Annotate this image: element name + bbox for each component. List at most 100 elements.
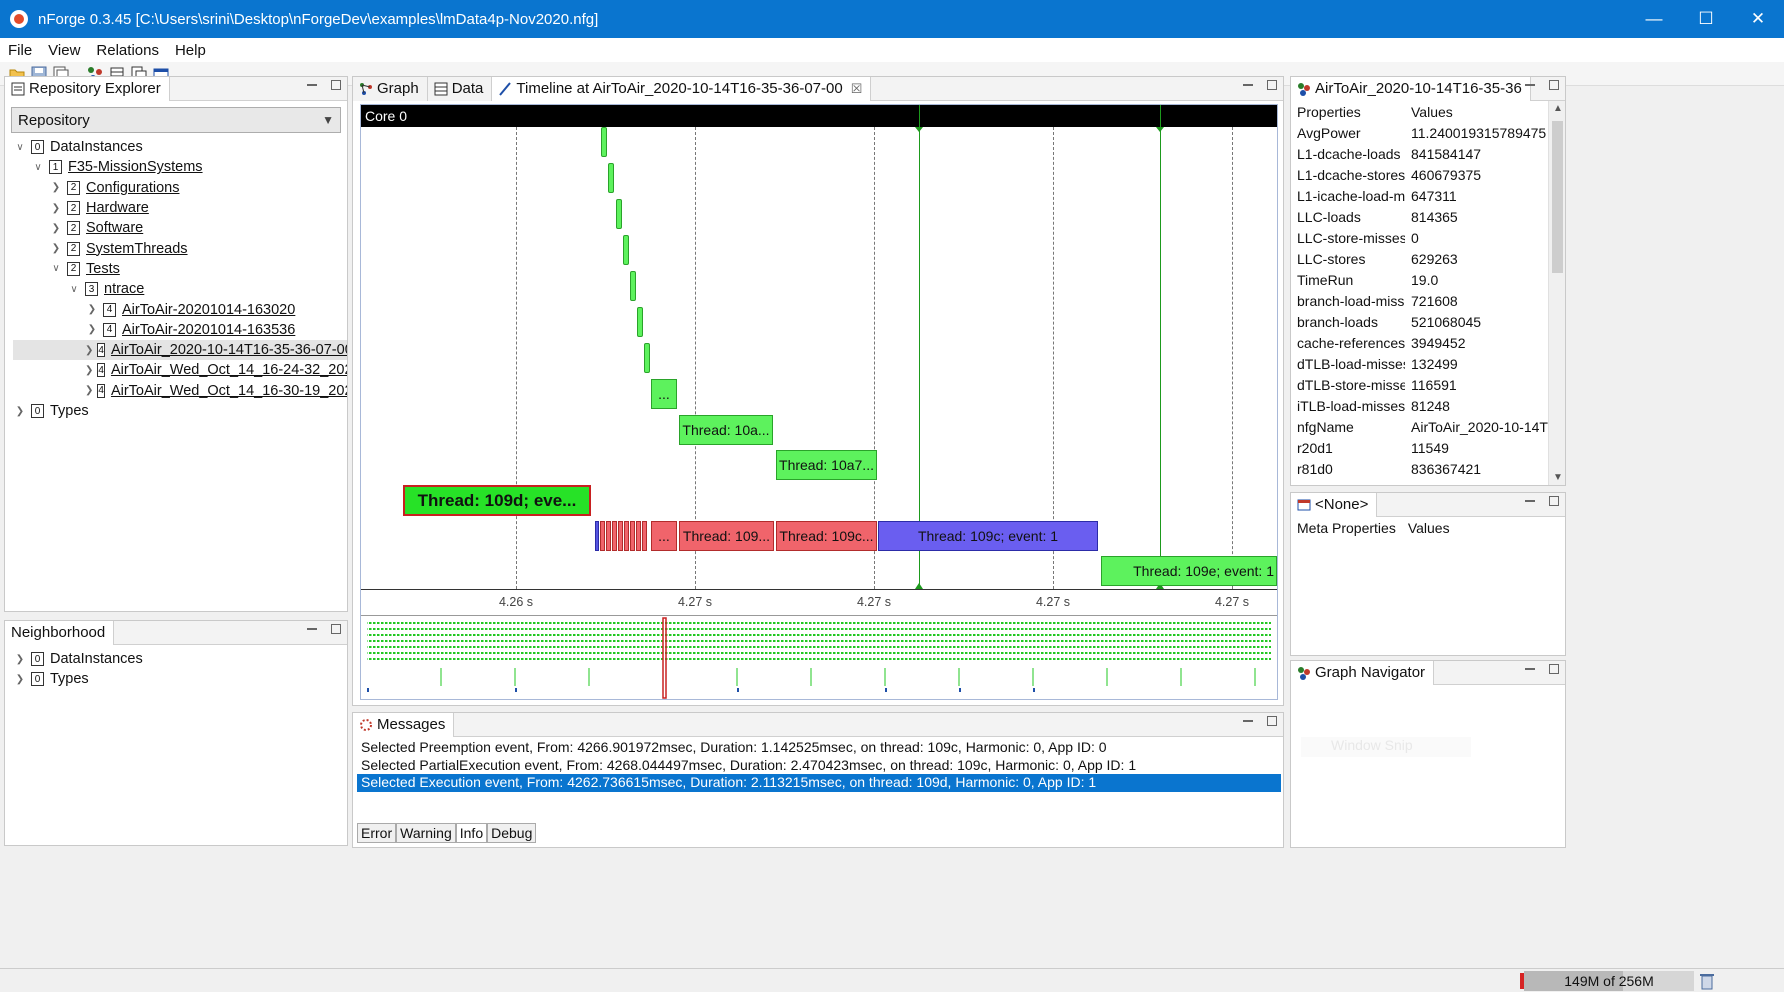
- properties-scrollbar[interactable]: ▲ ▼: [1548, 101, 1565, 485]
- timeline-chart[interactable]: Core 0 ... Thread: 10a... Thread: 10a7..…: [360, 104, 1278, 700]
- table-row[interactable]: branch-loads 521068045: [1291, 311, 1549, 332]
- event-block[interactable]: [601, 127, 607, 157]
- chevron-right-icon[interactable]: ❯: [85, 304, 99, 315]
- time-marker-handle[interactable]: [1156, 127, 1164, 132]
- close-tab-icon[interactable]: ☒: [851, 81, 863, 97]
- tree-item[interactable]: ❯ 2 Configurations: [13, 178, 347, 198]
- event-block[interactable]: [637, 307, 643, 337]
- event-block[interactable]: [608, 163, 614, 193]
- column-header[interactable]: Values: [1402, 517, 1565, 538]
- menu-file[interactable]: File: [0, 42, 40, 59]
- column-header[interactable]: Properties: [1291, 101, 1405, 122]
- tree-item[interactable]: ∨ 0 DataInstances: [13, 137, 347, 157]
- event-block[interactable]: [606, 521, 611, 551]
- table-row[interactable]: AvgPower 11.240019315789475: [1291, 122, 1549, 143]
- chevron-right-icon[interactable]: ❯: [85, 385, 93, 396]
- event-block[interactable]: [630, 271, 636, 301]
- tab-repository-explorer[interactable]: Repository Explorer: [5, 77, 170, 101]
- tree-item[interactable]: ❯ 2 Software: [13, 218, 347, 238]
- maximize-panel-icon[interactable]: [1267, 80, 1277, 90]
- event-block[interactable]: [612, 521, 617, 551]
- event-block[interactable]: [595, 521, 599, 551]
- chevron-right-icon[interactable]: ❯: [85, 365, 93, 376]
- table-row[interactable]: TimeRun 19.0: [1291, 269, 1549, 290]
- maximize-panel-icon[interactable]: [1267, 716, 1277, 726]
- tab-data[interactable]: Data: [427, 77, 493, 101]
- tab-neighborhood[interactable]: Neighborhood: [5, 621, 115, 645]
- tree-item[interactable]: ❯ 2 SystemThreads: [13, 238, 347, 258]
- tree-item-datainstances[interactable]: ❯ 0 DataInstances: [13, 649, 347, 669]
- scroll-up-icon[interactable]: ▲: [1553, 103, 1563, 114]
- memory-indicator[interactable]: 149M of 256M: [1524, 971, 1694, 991]
- minimize-panel-icon[interactable]: [1243, 716, 1253, 722]
- event-block[interactable]: [644, 343, 650, 373]
- timeline-overview[interactable]: [361, 615, 1277, 699]
- table-row[interactable]: L1-icache-load-mi 647311: [1291, 185, 1549, 206]
- event-block[interactable]: Thread: 10a...: [679, 415, 773, 445]
- event-block[interactable]: ...: [651, 379, 677, 409]
- minimize-panel-icon[interactable]: [1525, 80, 1535, 86]
- message-row-selected[interactable]: Selected Execution event, From: 4262.736…: [357, 774, 1281, 792]
- tree-item[interactable]: ❯ 4 AirToAir-20201014-163536: [13, 320, 347, 340]
- chevron-down-icon[interactable]: ∨: [49, 263, 63, 274]
- minimize-panel-icon[interactable]: [1525, 496, 1535, 502]
- tree-item[interactable]: ❯ 2 Hardware: [13, 198, 347, 218]
- table-row[interactable]: cache-references 3949452: [1291, 332, 1549, 353]
- event-block[interactable]: [636, 521, 641, 551]
- chevron-down-icon[interactable]: ∨: [31, 162, 45, 173]
- time-marker-handle[interactable]: [915, 127, 923, 132]
- event-block[interactable]: Thread: 109c...: [776, 521, 877, 551]
- tree-item-types[interactable]: ❯ 0 Types: [13, 669, 347, 689]
- table-row[interactable]: r20d1 11549: [1291, 437, 1549, 458]
- table-row[interactable]: dTLB-load-misses 132499: [1291, 353, 1549, 374]
- tree-item[interactable]: ∨ 2 Tests: [13, 259, 347, 279]
- minimize-panel-icon[interactable]: [307, 80, 317, 86]
- tab-meta[interactable]: <None>: [1291, 493, 1378, 517]
- time-marker-line[interactable]: [919, 105, 920, 589]
- chevron-right-icon[interactable]: ❯: [85, 324, 99, 335]
- maximize-button[interactable]: ☐: [1680, 0, 1732, 38]
- chevron-right-icon[interactable]: ❯: [13, 674, 27, 685]
- trash-icon[interactable]: [1700, 972, 1714, 990]
- event-block[interactable]: [642, 521, 647, 551]
- menu-view[interactable]: View: [40, 42, 88, 59]
- tab-timeline[interactable]: Timeline at AirToAir_2020-10-14T16-35-36…: [492, 77, 872, 101]
- tree-item[interactable]: ❯ 4 AirToAir_Wed_Oct_14_16-24-32_2020: [13, 360, 347, 380]
- event-block[interactable]: [623, 235, 629, 265]
- chevron-down-icon[interactable]: ∨: [67, 284, 81, 295]
- event-block[interactable]: Thread: 10a7...: [776, 450, 877, 480]
- chevron-down-icon[interactable]: ∨: [13, 142, 27, 153]
- selected-event-block[interactable]: Thread: 109d; eve...: [403, 485, 591, 516]
- chevron-right-icon[interactable]: ❯: [49, 203, 63, 214]
- maximize-panel-icon[interactable]: [1549, 80, 1559, 90]
- chevron-right-icon[interactable]: ❯: [49, 243, 63, 254]
- tree-item[interactable]: ❯ 4 AirToAir-20201014-163020: [13, 299, 347, 319]
- chevron-right-icon[interactable]: ❯: [49, 223, 63, 234]
- table-row[interactable]: r81d0 836367421: [1291, 458, 1549, 479]
- tree-item[interactable]: ∨ 3 ntrace: [13, 279, 347, 299]
- time-marker-line[interactable]: [1160, 105, 1161, 589]
- tree-item[interactable]: ❯ 4 AirToAir_Wed_Oct_14_16-30-19_2020: [13, 381, 347, 401]
- scroll-thumb[interactable]: [1552, 121, 1563, 273]
- table-row[interactable]: LLC-store-misses 0: [1291, 227, 1549, 248]
- table-row[interactable]: nfgName AirToAir_2020-10-14T: [1291, 416, 1549, 437]
- event-block[interactable]: [616, 199, 622, 229]
- event-block[interactable]: Thread: 109c; event: 1: [878, 521, 1098, 551]
- chevron-right-icon[interactable]: ❯: [13, 654, 27, 665]
- column-header[interactable]: Values: [1405, 101, 1549, 122]
- filter-tab-warning[interactable]: Warning: [396, 823, 456, 843]
- maximize-panel-icon[interactable]: [1549, 496, 1559, 506]
- table-row[interactable]: LLC-loads 814365: [1291, 206, 1549, 227]
- scroll-down-icon[interactable]: ▼: [1553, 472, 1563, 483]
- tab-graph-navigator[interactable]: Graph Navigator: [1291, 661, 1435, 685]
- minimize-panel-icon[interactable]: [1525, 664, 1535, 670]
- filter-tab-debug[interactable]: Debug: [487, 823, 537, 843]
- chevron-right-icon[interactable]: ❯: [85, 345, 93, 356]
- table-row[interactable]: iTLB-load-misses 81248: [1291, 395, 1549, 416]
- menu-help[interactable]: Help: [167, 42, 214, 59]
- tab-properties[interactable]: AirToAir_2020-10-14T16-35-36: [1291, 77, 1531, 101]
- event-block[interactable]: Thread: 109...: [679, 521, 774, 551]
- table-row[interactable]: branch-load-misse 721608: [1291, 290, 1549, 311]
- close-button[interactable]: ✕: [1732, 0, 1784, 38]
- table-row[interactable]: L1-dcache-loads 841584147: [1291, 143, 1549, 164]
